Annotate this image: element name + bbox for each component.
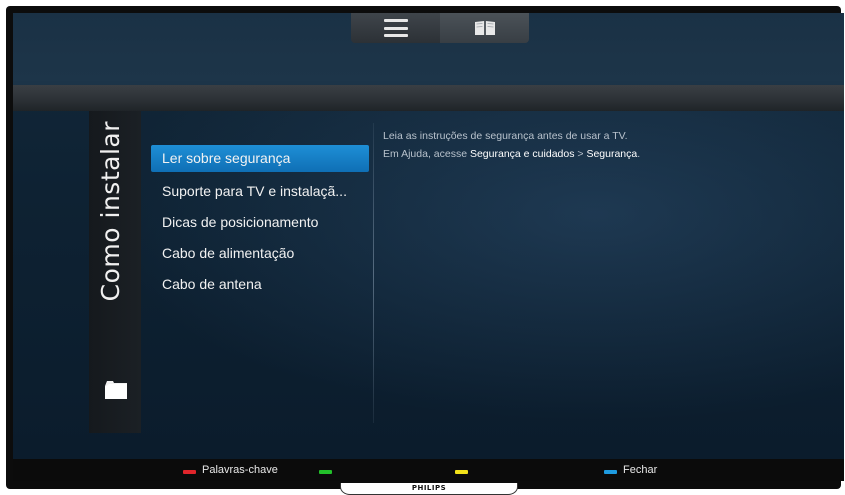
info-line-2-suffix: . (637, 148, 641, 160)
tab-menu[interactable] (351, 13, 440, 43)
list-item-ler-sobre-seguranca[interactable]: Ler sobre segurança (151, 145, 369, 172)
link-seguranca-e-cuidados[interactable]: Segurança e cuidados (470, 148, 575, 160)
info-line-2: Em Ajuda, acesse Segurança e cuidados > … (383, 145, 823, 163)
list-item-suporte-tv[interactable]: Suporte para TV e instalaçã... (151, 176, 369, 207)
green-key[interactable] (319, 462, 338, 478)
blue-key-label: Fechar (623, 464, 658, 476)
book-icon (474, 21, 495, 35)
red-key-label: Palavras-chave (202, 464, 278, 476)
menu-icon (383, 19, 408, 37)
path-separator: > (574, 148, 587, 160)
header-divider-bar (13, 85, 844, 111)
yellow-key[interactable] (455, 462, 474, 478)
folder-icon (105, 381, 127, 399)
top-tab-bar (351, 13, 529, 43)
column-divider (373, 123, 374, 423)
list-item-dicas-posicionamento[interactable]: Dicas de posicionamento (151, 207, 369, 238)
yellow-key-swatch (455, 469, 468, 474)
topic-list: Ler sobre segurança Suporte para TV e in… (151, 145, 369, 300)
info-line-2-prefix: Em Ajuda, acesse (383, 148, 470, 160)
color-key-bar: Palavras-chave Fechar (13, 459, 844, 481)
tab-help-book[interactable] (440, 13, 529, 43)
brand-logo: PHILIPS (340, 483, 518, 495)
red-key[interactable]: Palavras-chave (183, 462, 278, 478)
list-item-cabo-antena[interactable]: Cabo de antena (151, 269, 369, 300)
tv-screen: Como instalar Ler sobre segurança Suport… (13, 13, 844, 459)
blue-key[interactable]: Fechar (604, 462, 657, 478)
green-key-swatch (319, 469, 332, 474)
section-title: Como instalar (96, 121, 125, 302)
info-line-1: Leia as instruções de segurança antes de… (383, 130, 628, 142)
list-item-cabo-alimentacao[interactable]: Cabo de alimentação (151, 238, 369, 269)
info-text: Leia as instruções de segurança antes de… (383, 127, 823, 163)
red-key-swatch (183, 469, 196, 474)
section-side-panel: Como instalar (89, 111, 141, 433)
blue-key-swatch (604, 469, 617, 474)
link-seguranca[interactable]: Segurança (586, 148, 637, 160)
